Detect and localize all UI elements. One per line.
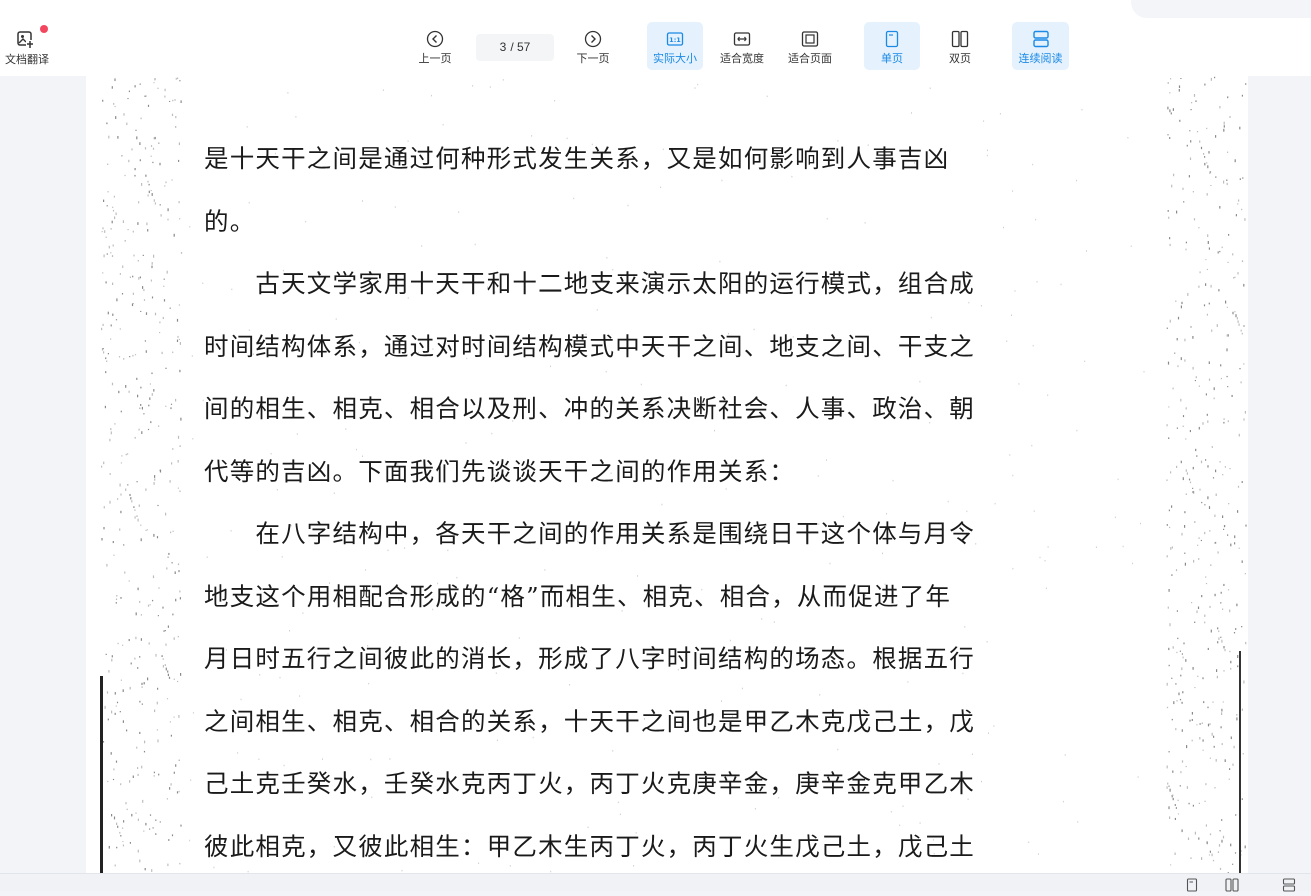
- double-page-icon[interactable]: [1225, 877, 1241, 892]
- fit-width-button[interactable]: 适合宽度: [714, 22, 770, 70]
- chevron-left-circle-icon: [426, 30, 444, 48]
- prev-page-button[interactable]: 上一页: [410, 22, 460, 70]
- fit-page-button[interactable]: 适合页面: [782, 22, 838, 70]
- current-page-number: 3: [499, 40, 507, 54]
- text-line: 时间结构体系，通过对时间结构模式中天干之间、地支之间、干支之: [204, 331, 975, 361]
- text-line: 己土克壬癸水，壬癸水克丙丁火，丙丁火克庚辛金，庚辛金克甲乙木: [204, 769, 975, 798]
- chevron-right-circle-icon: [584, 30, 602, 48]
- svg-text:1:1: 1:1: [669, 36, 681, 44]
- text-line: 彼此相克，又彼此相生：甲乙木生丙丁火，丙丁火生戊己土，戊己土: [204, 831, 975, 861]
- fit-page-icon: [801, 30, 819, 48]
- text-line: 代等的吉凶。下面我们先谈谈天干之间的作用关系：: [204, 456, 796, 486]
- fit-width-icon: [733, 30, 751, 48]
- actual-size-label: 实际大小: [653, 52, 697, 65]
- actual-size-icon: 1:1: [666, 30, 684, 48]
- text-line: 间的相生、相克、相合以及刑、冲的关系决断社会、人事、政治、朝: [204, 394, 975, 423]
- next-page-button[interactable]: 下一页: [568, 22, 618, 70]
- page-number-input[interactable]: 3/ 57: [476, 34, 554, 61]
- text-line: 古天文学家用十天干和十二地支来演示太阳的运行模式，组合成: [204, 269, 975, 298]
- document-translate-button[interactable]: 文档翻译: [0, 25, 54, 70]
- text-line: 是十天干之间是通过何种形式发生关系，又是如何影响到人事吉凶: [204, 144, 950, 173]
- text-line: 的。: [204, 206, 256, 236]
- double-page-button[interactable]: 双页: [932, 22, 988, 70]
- next-page-label: 下一页: [576, 52, 610, 65]
- continuous-read-icon[interactable]: [1282, 877, 1298, 892]
- fit-width-label: 适合宽度: [720, 52, 764, 65]
- translate-label: 文档翻译: [5, 53, 49, 66]
- continuous-read-label: 连续阅读: [1018, 52, 1063, 65]
- prev-page-label: 上一页: [418, 52, 452, 65]
- text-line: 月日时五行之间彼此的消长，形成了八字时间结构的场态。根据五行: [204, 644, 975, 673]
- toolbar: 文档翻译 上一页 3/ 57 下一页 1:1 实际大小 适合宽度 适合页面 单页…: [0, 0, 1311, 76]
- actual-size-button[interactable]: 1:1 实际大小: [647, 22, 703, 70]
- single-page-label: 单页: [881, 52, 903, 65]
- total-pages: / 57: [510, 40, 531, 54]
- text-line: 在八字结构中，各天干之间的作用关系是围绕日干这个体与月令: [204, 519, 975, 548]
- document-page: 是十天干之间是通过何种形式发生关系，又是如何影响到人事吉凶 的。 古天文学家用十…: [86, 76, 1248, 873]
- fit-page-label: 适合页面: [788, 52, 832, 65]
- status-bar: [0, 873, 1311, 892]
- continuous-read-icon: [1032, 30, 1050, 48]
- single-page-icon: [883, 30, 901, 48]
- page-text: 是十天干之间是通过何种形式发生关系，又是如何影响到人事吉凶 的。 古天文学家用十…: [204, 128, 1034, 873]
- notification-badge: [40, 25, 48, 33]
- single-page-button[interactable]: 单页: [864, 22, 920, 70]
- document-viewer[interactable]: 是十天干之间是通过何种形式发生关系，又是如何影响到人事吉凶 的。 古天文学家用十…: [0, 76, 1311, 873]
- text-line: 地支这个用相配合形成的“格”而相生、相克、相合，从而促进了年: [204, 581, 952, 611]
- double-page-icon: [951, 30, 969, 48]
- top-right-pill: [1131, 0, 1311, 18]
- continuous-read-button[interactable]: 连续阅读: [1012, 22, 1069, 70]
- double-page-label: 双页: [949, 52, 971, 65]
- single-page-icon[interactable]: [1185, 877, 1201, 892]
- text-line: 之间相生、相克、相合的关系，十天干之间也是甲乙木克戊己土，戊: [204, 706, 975, 736]
